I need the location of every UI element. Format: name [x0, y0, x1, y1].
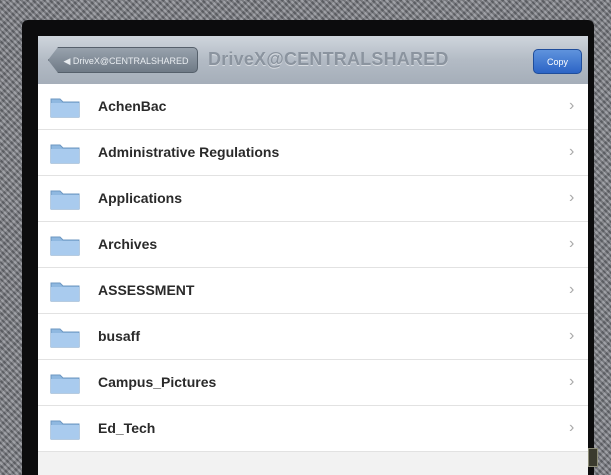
folder-row-administrative-regulations[interactable]: Administrative Regulations › — [38, 130, 588, 176]
chevron-right-icon: › — [569, 419, 575, 436]
folder-icon — [50, 144, 80, 164]
folder-icon — [50, 374, 80, 394]
folder-row-assessment[interactable]: ASSESSMENT › — [38, 268, 588, 314]
folder-label: ASSESSMENT — [98, 282, 195, 298]
file-browser-screen: ◀ DriveX@CENTRALSHARED DriveX@CENTRALSHA… — [38, 36, 588, 475]
folder-icon — [50, 328, 80, 348]
folder-row-ed-tech[interactable]: Ed_Tech › — [38, 406, 588, 452]
folder-icon — [50, 236, 80, 256]
chevron-right-icon: › — [569, 143, 575, 160]
battery-icon — [588, 448, 598, 467]
page-title: DriveX@CENTRALSHARED — [208, 49, 449, 69]
chevron-right-icon: › — [569, 97, 575, 114]
navigation-bar: ◀ DriveX@CENTRALSHARED DriveX@CENTRALSHA… — [38, 36, 588, 85]
folder-row-achenbac[interactable]: AchenBac › — [38, 84, 588, 130]
chevron-right-icon: › — [569, 235, 575, 252]
folder-label: Archives — [98, 236, 158, 252]
copy-button[interactable]: Copy — [533, 49, 582, 74]
folder-list: AchenBac › Administrative Regulations › … — [38, 84, 588, 475]
folder-icon — [50, 420, 80, 440]
chevron-right-icon: › — [569, 373, 575, 390]
folder-label: AchenBac — [98, 98, 167, 114]
folder-label: Administrative Regulations — [98, 144, 280, 160]
folder-row-busaff[interactable]: busaff › — [38, 314, 588, 360]
partial-list-row — [38, 452, 588, 475]
folder-row-archives[interactable]: Archives › — [38, 222, 588, 268]
back-button[interactable]: ◀ DriveX@CENTRALSHARED — [48, 47, 198, 73]
chevron-right-icon: › — [569, 327, 575, 344]
chevron-right-icon: › — [569, 189, 575, 206]
folder-label: Applications — [98, 190, 183, 206]
folder-icon — [50, 190, 80, 210]
folder-row-campus-pictures[interactable]: Campus_Pictures › — [38, 360, 588, 406]
chevron-right-icon: › — [569, 281, 575, 298]
folder-row-applications[interactable]: Applications › — [38, 176, 588, 222]
folder-label: Ed_Tech — [98, 420, 156, 436]
folder-icon — [50, 282, 80, 302]
folder-icon — [50, 98, 80, 118]
folder-label: busaff — [98, 328, 140, 344]
folder-label: Campus_Pictures — [98, 374, 217, 390]
